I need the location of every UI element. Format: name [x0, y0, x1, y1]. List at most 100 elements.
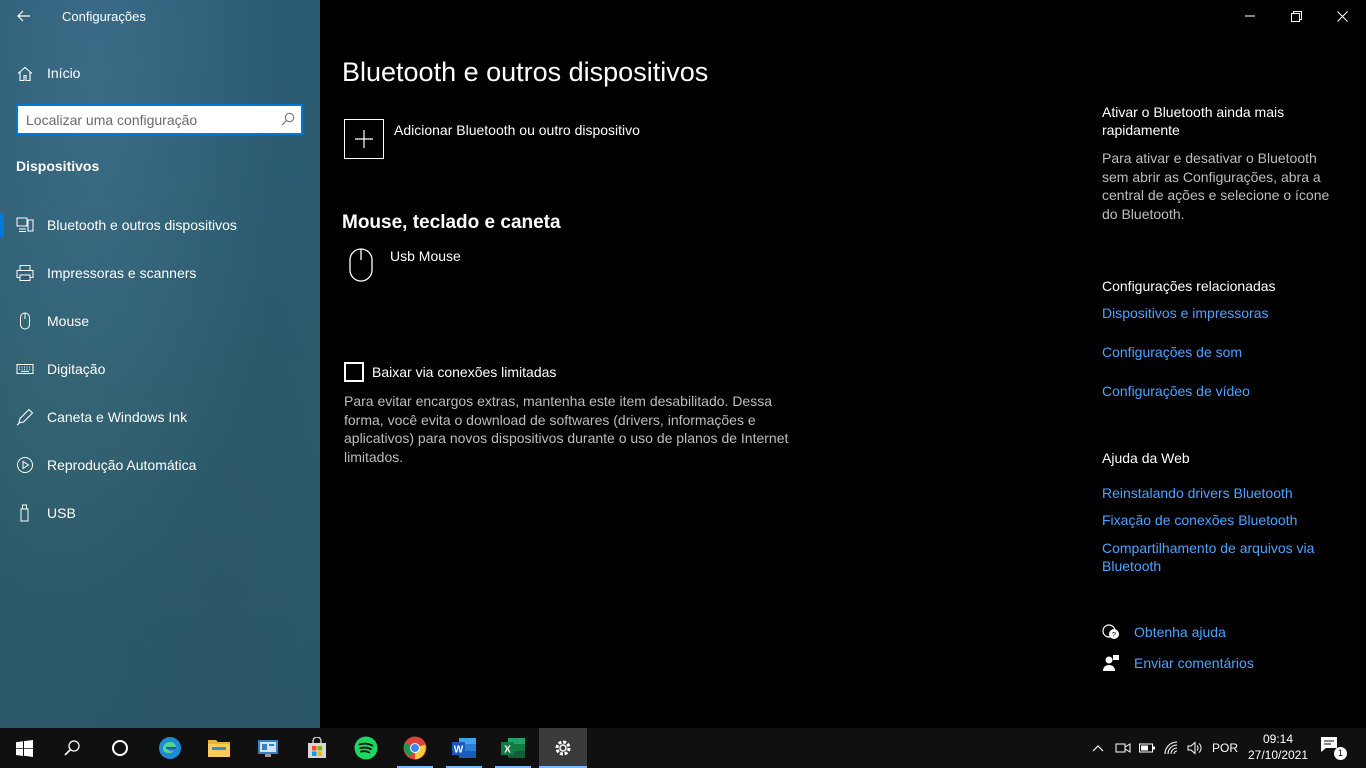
store-bag-icon	[308, 737, 326, 758]
minimize-button[interactable]	[1227, 0, 1273, 32]
usb-icon	[20, 504, 29, 522]
add-tile	[344, 119, 384, 159]
sidebar-item-label: USB	[47, 505, 76, 521]
sidebar-item-home[interactable]: Início	[0, 58, 320, 90]
feedback-icon	[1103, 655, 1119, 671]
file-explorer-taskbar-button[interactable]	[195, 728, 243, 768]
page-title: Bluetooth e outros dispositivos	[342, 57, 709, 87]
clock[interactable]: 09:14 27/10/2021	[1247, 731, 1309, 763]
network-button[interactable]	[1162, 738, 1182, 758]
sidebar-item-printers[interactable]: Impressoras e scanners	[0, 251, 320, 295]
device-name: Usb Mouse	[390, 248, 461, 264]
get-help-label: Obtenha ajuda	[1134, 624, 1226, 640]
printer-icon	[16, 265, 34, 281]
bluetooth-devices-icon	[16, 217, 34, 232]
notification-count-badge: 1	[1334, 747, 1347, 760]
home-icon	[17, 66, 33, 82]
quick-bluetooth-text: Para ativar e desativar o Bluetooth sem …	[1102, 150, 1330, 222]
sidebar-item-label: Impressoras e scanners	[47, 265, 197, 281]
search-icon[interactable]	[281, 112, 295, 126]
gear-icon	[555, 740, 571, 756]
svg-text:W: W	[454, 745, 464, 756]
sidebar-item-pen[interactable]: Caneta e Windows Ink	[0, 395, 320, 439]
cortana-button[interactable]	[96, 728, 144, 768]
device-item[interactable]: Usb Mouse	[344, 246, 644, 286]
link-sound-settings[interactable]: Configurações de som	[1102, 343, 1342, 361]
excel-taskbar-button[interactable]: X	[489, 728, 537, 768]
link-reinstall-drivers[interactable]: Reinstalando drivers Bluetooth	[1102, 484, 1342, 502]
back-arrow-icon	[17, 10, 30, 22]
search-box[interactable]	[16, 104, 303, 135]
word-taskbar-button[interactable]: W	[440, 728, 488, 768]
action-center-button[interactable]: 1	[1320, 736, 1347, 760]
metered-download-checkbox[interactable]: Baixar via conexões limitadas	[344, 362, 744, 384]
sidebar-item-label: Digitação	[47, 361, 106, 377]
restore-icon	[1290, 10, 1302, 22]
add-device-button[interactable]: Adicionar Bluetooth ou outro dispositivo	[344, 119, 664, 159]
app-title: Configurações	[62, 9, 146, 24]
sidebar-item-label: Início	[47, 65, 81, 81]
taskbar: W X POR 09:14 27/10/2021 1	[0, 728, 1366, 768]
minimize-icon	[1245, 15, 1255, 17]
autoplay-icon	[17, 457, 33, 473]
wifi-icon	[1164, 741, 1178, 755]
chevron-up-icon	[1092, 745, 1104, 752]
battery-icon	[1138, 743, 1155, 753]
feedback-link[interactable]: Enviar comentários	[1102, 653, 1342, 675]
battery-button[interactable]	[1137, 738, 1157, 758]
close-icon	[1336, 10, 1348, 22]
get-help-link[interactable]: ? Obtenha ajuda	[1102, 622, 1342, 644]
sidebar-item-usb[interactable]: USB	[0, 491, 320, 535]
excel-icon: X	[501, 738, 525, 758]
sidebar-item-autoplay[interactable]: Reprodução Automática	[0, 443, 320, 487]
link-file-sharing[interactable]: Compartilhamento de arquivos via Bluetoo…	[1102, 539, 1342, 575]
quick-bluetooth-heading: Ativar o Bluetooth ainda mais rapidament…	[1102, 104, 1285, 138]
control-panel-taskbar-button[interactable]	[244, 728, 292, 768]
sidebar-item-label: Caneta e Windows Ink	[47, 409, 188, 425]
section-title-mouse-keyboard-pen: Mouse, teclado e caneta	[342, 212, 561, 233]
folder-icon	[208, 740, 230, 757]
help-chat-icon: ?	[1102, 624, 1119, 639]
checkbox-box[interactable]	[344, 362, 364, 382]
checkbox-label: Baixar via conexões limitadas	[372, 364, 557, 380]
back-button[interactable]	[10, 4, 38, 28]
restore-button[interactable]	[1273, 0, 1319, 32]
camera-icon	[1115, 743, 1131, 753]
volume-button[interactable]	[1185, 738, 1205, 758]
link-devices-printers[interactable]: Dispositivos e impressoras	[1102, 304, 1342, 322]
chrome-taskbar-button[interactable]	[391, 728, 439, 768]
edge-taskbar-button[interactable]	[146, 728, 194, 768]
settings-taskbar-button[interactable]	[539, 728, 587, 768]
search-button[interactable]	[48, 728, 96, 768]
word-icon: W	[452, 738, 476, 758]
sidebar: Configurações Início Dispositivos Blueto…	[0, 0, 320, 728]
search-input[interactable]	[26, 110, 276, 130]
spotify-icon	[354, 736, 378, 760]
sidebar-item-mouse[interactable]: Mouse	[0, 299, 320, 343]
cortana-icon	[112, 740, 128, 756]
sidebar-item-label: Bluetooth e outros dispositivos	[47, 217, 237, 233]
store-taskbar-button[interactable]	[293, 728, 341, 768]
clock-time: 09:14	[1262, 732, 1294, 746]
svg-text:?: ?	[1112, 632, 1116, 639]
sidebar-item-typing[interactable]: Digitação	[0, 347, 320, 391]
spotify-taskbar-button[interactable]	[342, 728, 390, 768]
monitor-app-icon	[258, 740, 278, 757]
sidebar-item-label: Reprodução Automática	[47, 457, 197, 473]
section-heading: Dispositivos	[16, 158, 100, 174]
metered-description: Para evitar encargos extras, mantenha es…	[344, 393, 789, 465]
link-display-settings[interactable]: Configurações de vídeo	[1102, 382, 1342, 400]
feedback-label: Enviar comentários	[1134, 655, 1254, 671]
close-button[interactable]	[1319, 0, 1365, 32]
mouse-icon	[349, 248, 373, 282]
mouse-icon	[20, 312, 30, 330]
show-hidden-icons-button[interactable]	[1088, 738, 1108, 758]
link-fix-connections[interactable]: Fixação de conexões Bluetooth	[1102, 511, 1342, 529]
start-button[interactable]	[0, 728, 48, 768]
input-language-indicator[interactable]: POR	[1212, 741, 1238, 755]
web-help-heading: Ajuda da Web	[1102, 450, 1190, 466]
meet-now-button[interactable]	[1113, 738, 1133, 758]
sidebar-item-bluetooth[interactable]: Bluetooth e outros dispositivos	[0, 203, 320, 247]
related-settings-heading: Configurações relacionadas	[1102, 278, 1276, 294]
main-content: Bluetooth e outros dispositivos Adiciona…	[320, 0, 1366, 728]
